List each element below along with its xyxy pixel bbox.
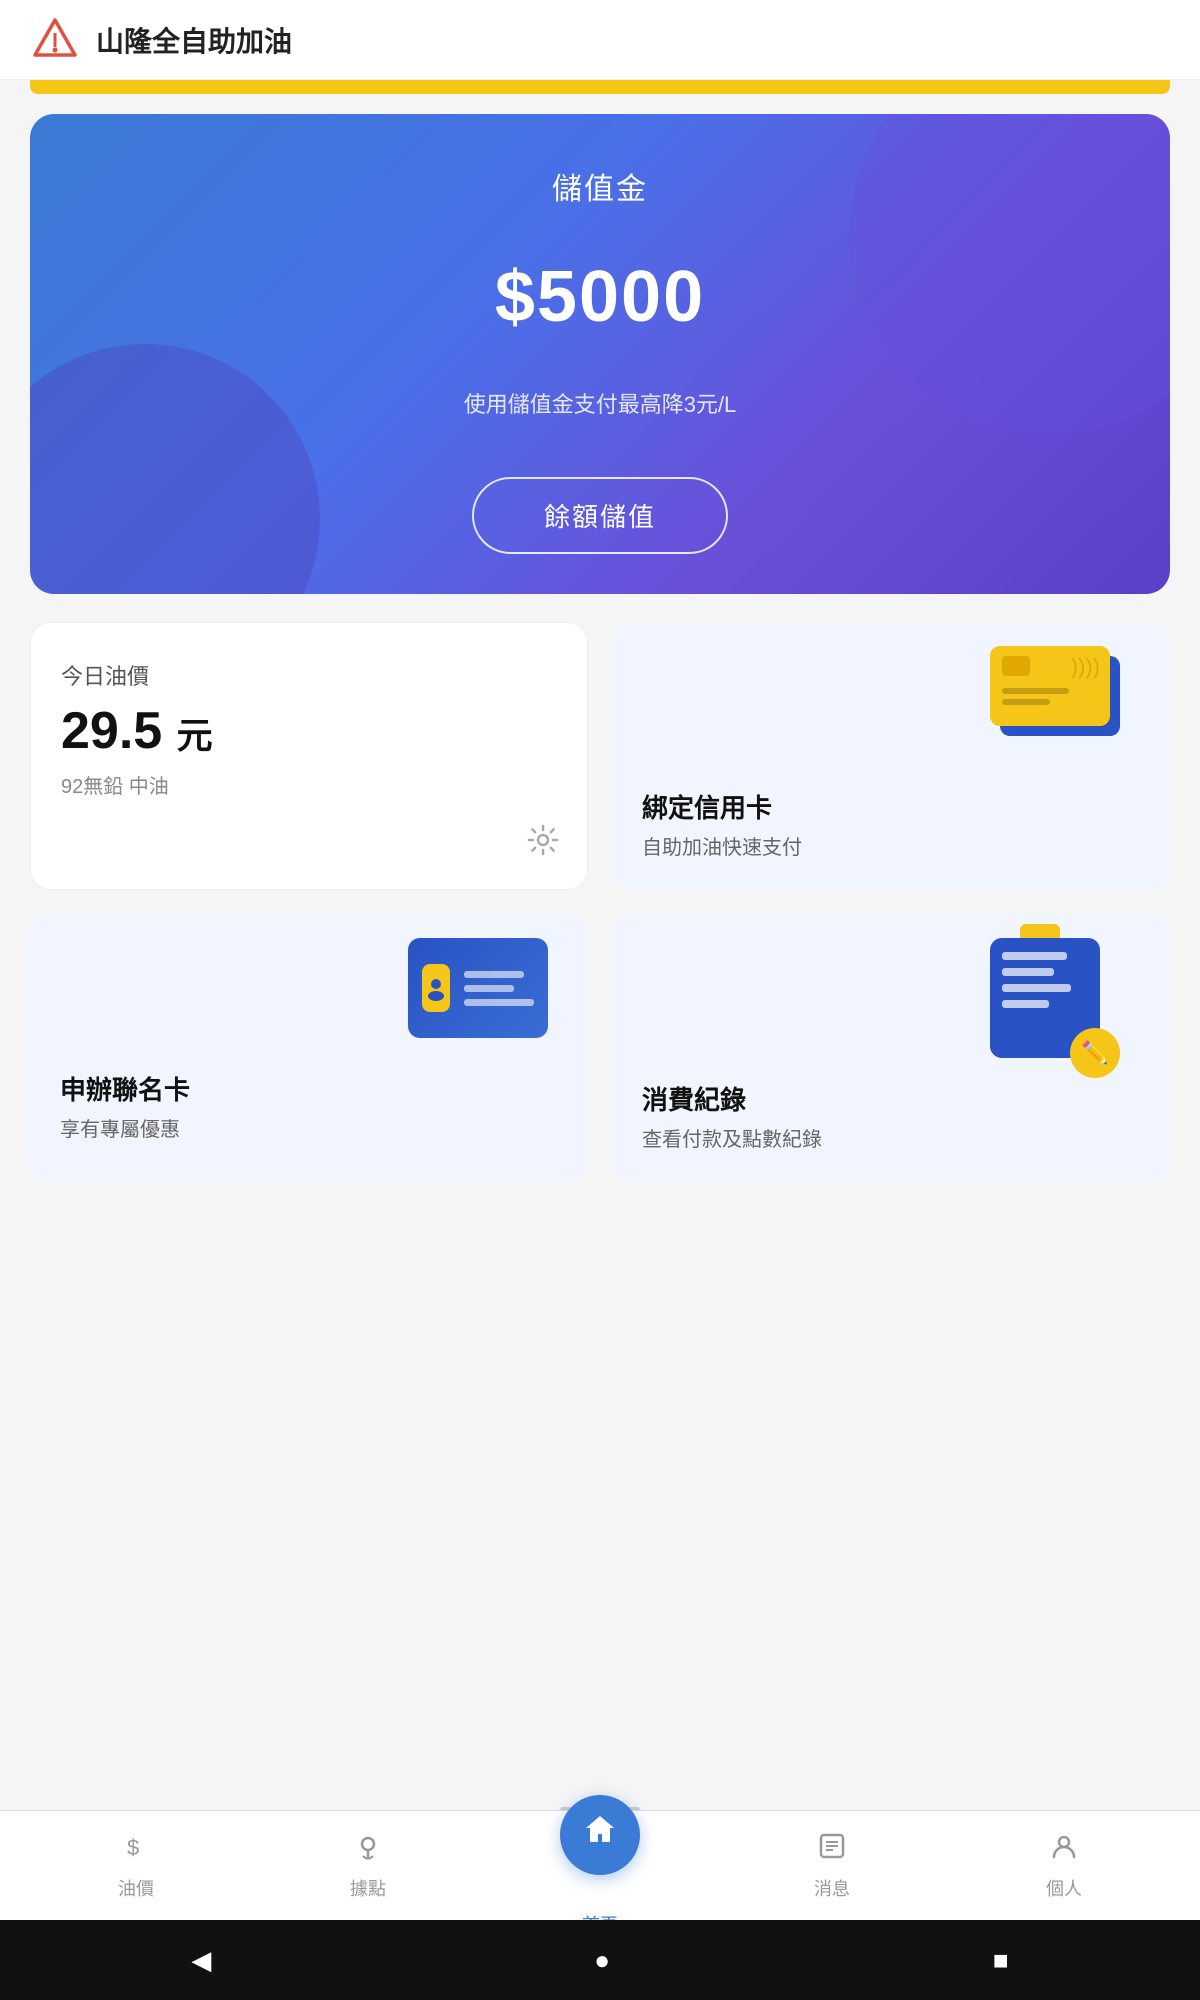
nav-label-profile: 個人: [1046, 1875, 1082, 1901]
news-nav-icon: [817, 1831, 847, 1869]
credit-card-label: 綁定信用卡: [642, 788, 1140, 825]
oil-price-nav-icon: $: [121, 1831, 151, 1869]
contactless-icon: )))): [1071, 654, 1100, 680]
credit-card-chip: [1002, 656, 1030, 676]
id-card-icon-area: [408, 938, 568, 1058]
yellow-accent-bar: [30, 80, 1170, 94]
balance-amount: $5000: [495, 256, 705, 338]
id-card-sublabel: 享有專屬優惠: [60, 1113, 558, 1142]
nav-item-profile[interactable]: 個人: [948, 1831, 1180, 1901]
nav-label-news: 消息: [814, 1875, 850, 1901]
nav-item-oil-price[interactable]: $ 油價: [20, 1831, 252, 1901]
app-title: 山隆全自助加油: [96, 20, 292, 60]
android-recents-button[interactable]: ■: [993, 1945, 1009, 1976]
bottom-nav: $ 油價 據點 首頁: [0, 1810, 1200, 1920]
app-logo-icon: [30, 15, 80, 65]
credit-card-feature[interactable]: )))) 綁定信用卡 自助加油快速支付: [612, 622, 1170, 890]
credit-card-sublabel: 自助加油快速支付: [642, 831, 1140, 860]
android-back-button[interactable]: ◀: [191, 1945, 211, 1976]
topup-button[interactable]: 餘額儲值: [472, 477, 728, 554]
receipt-pencil-icon: ✏️: [1070, 1028, 1120, 1078]
home-nav-button[interactable]: [560, 1795, 640, 1875]
credit-card-lines: [1002, 688, 1098, 705]
nav-item-home[interactable]: 首頁: [484, 1795, 716, 1937]
balance-label: 儲值金: [552, 164, 648, 208]
oil-price-card: 今日油價 29.5 元 92無鉛 中油: [30, 622, 588, 890]
android-nav-bar: ◀ ● ■: [0, 1920, 1200, 2000]
credit-card-icon-area: )))): [990, 646, 1150, 766]
nav-label-oil-price: 油價: [118, 1875, 154, 1901]
receipt-feature[interactable]: ✏️ 消費紀錄 查看付款及點數紀錄: [612, 914, 1170, 1182]
gear-icon[interactable]: [527, 824, 559, 861]
feature-grid: 今日油價 29.5 元 92無鉛 中油: [30, 622, 1170, 1182]
profile-nav-icon: [1049, 1831, 1079, 1869]
svg-text:$: $: [127, 1835, 139, 1860]
balance-desc: 使用儲值金支付最高降3元/L: [464, 387, 737, 419]
balance-card: 儲值金 $5000 使用儲值金支付最高降3元/L 餘額儲值: [30, 114, 1170, 594]
receipt-sublabel: 查看付款及點數紀錄: [642, 1123, 1140, 1152]
id-card-lines: [464, 971, 534, 1006]
oil-price-title: 今日油價: [61, 659, 557, 691]
oil-type: 92無鉛 中油: [61, 770, 557, 799]
receipt-label: 消費紀錄: [642, 1080, 1140, 1117]
nav-item-news[interactable]: 消息: [716, 1831, 948, 1901]
oil-price-value: 29.5 元: [61, 703, 557, 760]
id-card-feature[interactable]: 申辦聯名卡 享有專屬優惠: [30, 914, 588, 1182]
id-avatar-icon: [422, 964, 450, 1012]
main-content: 儲值金 $5000 使用儲值金支付最高降3元/L 餘額儲值 今日油價 29.5 …: [0, 94, 1200, 1182]
oil-price-unit: 元: [177, 715, 213, 756]
nav-label-locations: 據點: [350, 1875, 386, 1901]
receipt-icon-area: ✏️: [990, 938, 1150, 1058]
credit-card-front: )))): [990, 646, 1110, 726]
android-home-button[interactable]: ●: [594, 1945, 610, 1976]
locations-nav-icon: [353, 1831, 383, 1869]
id-card-label: 申辦聯名卡: [60, 1070, 558, 1107]
top-bar: 山隆全自助加油: [0, 0, 1200, 80]
home-nav-icon: [582, 1812, 618, 1857]
nav-item-locations[interactable]: 據點: [252, 1831, 484, 1901]
